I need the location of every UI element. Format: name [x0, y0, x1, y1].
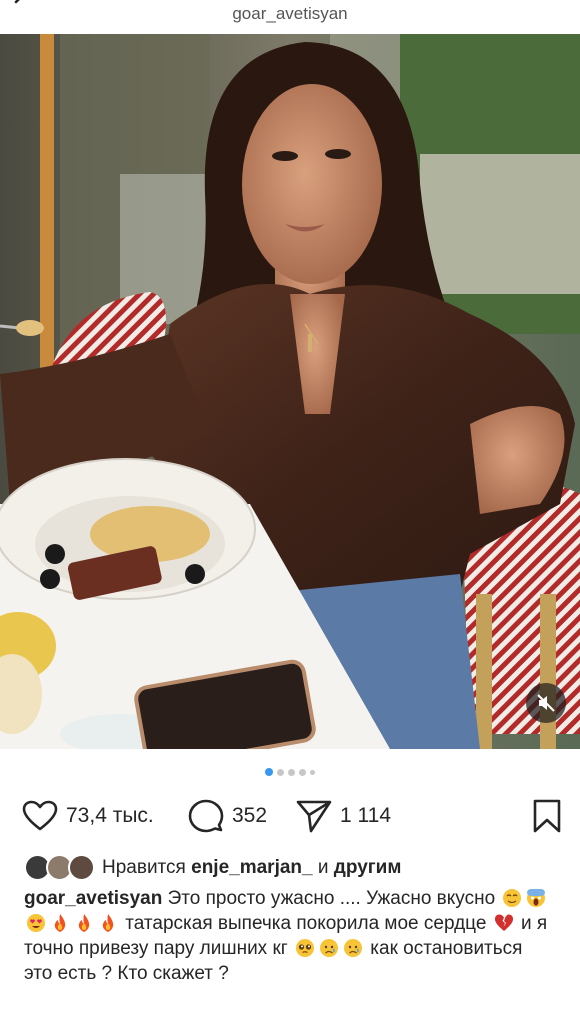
- sad-face-icon: [320, 939, 338, 957]
- share-button[interactable]: 1 114: [296, 796, 391, 836]
- broken-heart-icon: [494, 914, 513, 931]
- screaming-face-icon: [527, 889, 546, 907]
- paper-plane-icon: [296, 800, 332, 833]
- caption-username[interactable]: goar_avetisyan: [24, 888, 162, 909]
- liked-by-prefix: Нравится: [102, 857, 186, 878]
- fire-icon: [54, 914, 66, 932]
- comment-bubble-icon: [188, 799, 224, 833]
- caption-text-1: Это просто ужасно .... Ужасно вкусно: [167, 888, 496, 909]
- carousel-dot: [288, 768, 295, 776]
- comment-count: 352: [232, 804, 268, 827]
- save-button[interactable]: [532, 796, 562, 836]
- avatar: [68, 854, 95, 881]
- speaker-muted-icon: [537, 694, 555, 712]
- liked-by-user[interactable]: enje_marjan_: [191, 857, 312, 878]
- liked-by-connector: и: [317, 857, 329, 878]
- fire-icon: [78, 914, 90, 932]
- post-photo[interactable]: [0, 34, 580, 749]
- like-count: 73,4 тыс.: [66, 804, 154, 827]
- carousel-indicator: [0, 768, 580, 776]
- carousel-dot: [277, 768, 284, 776]
- comment-button[interactable]: 352: [188, 796, 267, 836]
- heart-icon: [22, 800, 58, 831]
- relieved-face-icon: [503, 889, 522, 907]
- pleading-face-icon: [296, 939, 314, 957]
- sad-face-icon: [344, 939, 362, 957]
- like-button[interactable]: 73,4 тыс.: [22, 796, 154, 836]
- bookmark-icon: [533, 799, 561, 833]
- share-count: 1 114: [340, 804, 391, 827]
- post-caption: goar_avetisyan Это просто ужасно .... Уж…: [24, 886, 554, 986]
- carousel-dot: [310, 769, 315, 775]
- carousel-dot: [299, 768, 306, 776]
- carousel-dot-active: [265, 768, 273, 776]
- post-image: [0, 34, 580, 749]
- caption-text-2: татарская выпечка покорила мое сердце: [125, 913, 487, 934]
- liked-by-row[interactable]: Нравится enje_marjan_ и другим: [24, 851, 401, 885]
- liked-by-others[interactable]: другим: [334, 857, 402, 878]
- fire-icon: [102, 914, 114, 932]
- liked-by-text: Нравится enje_marjan_ и другим: [102, 857, 401, 879]
- heart-eyes-face-icon: [27, 914, 45, 932]
- action-bar: 73,4 тыс. 352 1 114: [0, 796, 580, 836]
- liker-avatars: [24, 853, 98, 883]
- mute-button[interactable]: [526, 683, 566, 723]
- post-header: goar_avetisyan: [0, 0, 580, 34]
- header-username[interactable]: goar_avetisyan: [0, 4, 580, 24]
